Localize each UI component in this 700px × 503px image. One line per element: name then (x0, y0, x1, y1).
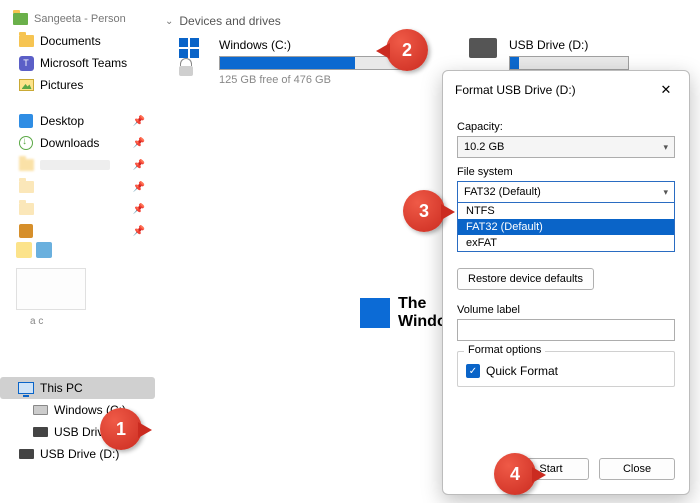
sidebar-item-documents[interactable]: Documents (0, 30, 155, 52)
blurred-label (40, 160, 110, 170)
annotation-callout-3: 3 (403, 190, 445, 232)
filesystem-label: File system (457, 166, 675, 178)
sidebar-item-teams[interactable]: T Microsoft Teams (0, 52, 155, 74)
annotation-callout-1: 1 (100, 408, 142, 450)
sidebar-user[interactable]: Sangeeta - Person (0, 8, 155, 30)
user-icon (12, 11, 28, 27)
brand-square-icon (360, 298, 390, 328)
chevron-down-icon: ⌄ (165, 16, 173, 27)
pin-icon: 📌 (133, 160, 145, 171)
chevron-down-icon: ▾ (663, 187, 668, 198)
sidebar-item-label: Downloads (40, 136, 99, 150)
download-icon (18, 135, 34, 151)
fs-option-ntfs[interactable]: NTFS (458, 203, 674, 219)
quick-format-checkbox[interactable]: ✓ Quick Format (466, 364, 666, 378)
quick-format-label: Quick Format (486, 364, 558, 378)
capacity-value: 10.2 GB (464, 141, 504, 153)
folder-icon (18, 201, 34, 217)
restore-defaults-button[interactable]: Restore device defaults (457, 268, 594, 290)
sidebar-preview-box (16, 268, 86, 310)
teams-icon: T (18, 55, 34, 71)
sidebar-user-label: Sangeeta - Person (34, 13, 126, 25)
sidebar-thumbs (16, 242, 56, 262)
sidebar-item-blur4[interactable]: 📌 (0, 220, 155, 242)
format-options-group: Format options ✓ Quick Format (457, 351, 675, 387)
pin-icon: 📌 (133, 204, 145, 215)
annotation-callout-2: 2 (386, 29, 428, 71)
section-title: Devices and drives (179, 14, 280, 28)
pictures-icon (18, 77, 34, 93)
folder-icon (18, 179, 34, 195)
sidebar-item-desktop[interactable]: Desktop 📌 (0, 110, 155, 132)
capacity-label: Capacity: (457, 121, 675, 133)
devices-header[interactable]: ⌄ Devices and drives (165, 14, 686, 28)
dialog-titlebar[interactable]: Format USB Drive (D:) ✕ (443, 71, 689, 109)
close-button[interactable]: ✕ (655, 79, 677, 101)
volume-label: Volume label (457, 304, 675, 316)
usb-icon (32, 424, 48, 440)
sidebar-item-label: Pictures (40, 78, 83, 92)
folder-icon (18, 223, 34, 239)
sidebar-item-blur1[interactable]: 📌 (0, 154, 155, 176)
drive-usage-bar (509, 56, 629, 70)
capacity-select[interactable]: 10.2 GB ▾ (457, 136, 675, 158)
drive-icon-c (179, 38, 209, 76)
dialog-title-text: Format USB Drive (D:) (455, 83, 576, 97)
pin-icon: 📌 (133, 138, 145, 149)
checkbox-checked-icon: ✓ (466, 364, 480, 378)
sidebar-item-pictures[interactable]: Pictures (0, 74, 155, 96)
volume-label-input[interactable] (457, 319, 675, 341)
sidebar-item-label: This PC (40, 381, 83, 395)
folder-icon (18, 157, 34, 173)
drive-tile-windows-c[interactable]: Windows (C:) 125 GB free of 476 GB (179, 38, 409, 86)
sidebar-item-label: Desktop (40, 114, 84, 128)
pin-icon: 📌 (133, 182, 145, 193)
close-dialog-button[interactable]: Close (599, 458, 675, 480)
filesystem-select[interactable]: FAT32 (Default) ▾ (457, 181, 675, 203)
pin-icon: 📌 (133, 226, 145, 237)
desktop-icon (18, 113, 34, 129)
chevron-down-icon: ▾ (663, 142, 668, 153)
drive-subtext: 125 GB free of 476 GB (219, 74, 409, 86)
format-dialog: Format USB Drive (D:) ✕ Capacity: 10.2 G… (442, 70, 690, 495)
pin-icon: 📌 (133, 116, 145, 127)
drive-name: USB Drive (D:) (509, 38, 639, 52)
sidebar-this-pc[interactable]: This PC (0, 377, 155, 399)
sidebar-item-blur2[interactable]: 📌 (0, 176, 155, 198)
drive-icon (32, 402, 48, 418)
thispc-icon (18, 380, 34, 396)
annotation-callout-4: 4 (494, 453, 536, 495)
usb-icon (18, 446, 34, 462)
fs-option-fat32[interactable]: FAT32 (Default) (458, 219, 674, 235)
sidebar-item-label: USB Drive (D:) (40, 447, 119, 461)
format-options-title: Format options (464, 344, 545, 356)
fs-option-exfat[interactable]: exFAT (458, 235, 674, 251)
filesystem-dropdown: NTFS FAT32 (Default) exFAT (457, 203, 675, 252)
sidebar-item-blur3[interactable]: 📌 (0, 198, 155, 220)
sidebar-note: a c (30, 316, 155, 327)
filesystem-selected: FAT32 (Default) (464, 186, 541, 198)
sidebar-item-downloads[interactable]: Downloads 📌 (0, 132, 155, 154)
folder-icon (18, 33, 34, 49)
sidebar-item-label: Documents (40, 34, 101, 48)
sidebar-item-label: Microsoft Teams (40, 56, 127, 70)
